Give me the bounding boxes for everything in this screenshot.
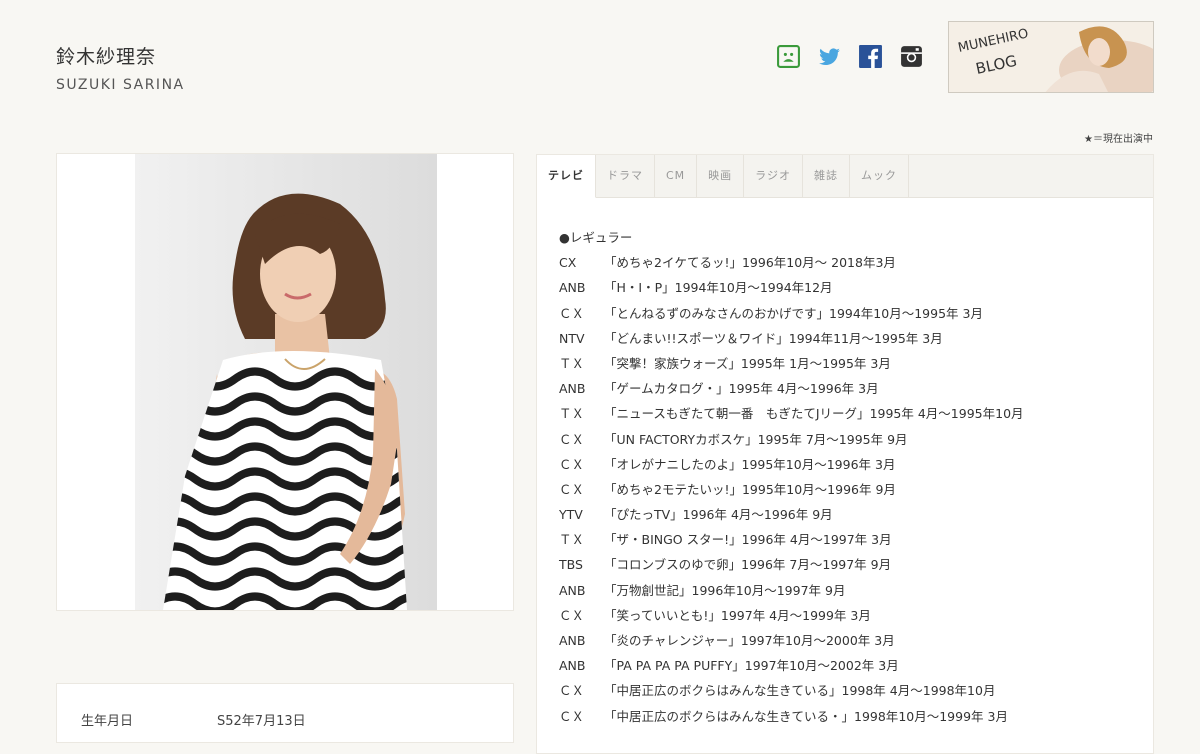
program-title: 「笑っていいとも!」1997年 4月～1999年 3月 xyxy=(604,607,871,623)
program-title: 「PA PA PA PA PUFFY」1997年10月～2002年 3月 xyxy=(604,658,899,674)
channel-label: ＣＸ xyxy=(559,683,585,699)
channel-label: ANB xyxy=(559,280,586,296)
tab-movie[interactable]: 映画 xyxy=(697,155,745,197)
artist-name: 鈴木紗理奈 xyxy=(56,46,157,68)
program-title: 「中居正広のボクらはみんな生きている・」1998年10月～1999年 3月 xyxy=(604,708,1008,724)
channel-label: ANB xyxy=(559,582,586,598)
list-item: ANB 「炎のチャレンジャー」1997年10月～2000年 3月 xyxy=(559,628,1024,653)
channel-label: ANB xyxy=(559,381,586,397)
program-title: 「どんまい!!スポーツ＆ワイド」1994年11月～1995年 3月 xyxy=(604,330,943,346)
channel-label: ＴＸ xyxy=(559,355,585,371)
list-item: ＴＸ 「ザ・BINGO スター!」1996年 4月～1997年 3月 xyxy=(559,527,1024,552)
program-title: 「ニュースもぎたて朝一番 もぎたてJリーグ」1995年 4月～1995年10月 xyxy=(604,406,1024,422)
channel-label: ＣＸ xyxy=(559,456,585,472)
now-appearing-legend: ★＝現在出演中 xyxy=(1084,134,1153,145)
list-item: ＣＸ 「UN FACTORYカボスケ」1995年 7月～1995年 9月 xyxy=(559,427,1024,452)
program-title: 「万物創世記」1996年10月～1997年 9月 xyxy=(604,582,846,598)
program-title: 「コロンブスのゆで卵」1996年 7月～1997年 9月 xyxy=(604,557,892,573)
ameblo-link[interactable] xyxy=(776,44,801,69)
program-title: 「ゲームカタログ・」1995年 4月～1996年 3月 xyxy=(604,381,879,397)
channel-label: ＣＸ xyxy=(559,305,585,321)
program-title: 「ザ・BINGO スター!」1996年 4月～1997年 3月 xyxy=(604,532,892,548)
program-title: 「UN FACTORYカボスケ」1995年 7月～1995年 9月 xyxy=(604,431,908,447)
channel-label: NTV xyxy=(559,330,585,346)
program-title: 「ぴたっTV」1996年 4月～1996年 9月 xyxy=(604,507,833,523)
list-item: ＣＸ 「とんねるずのみなさんのおかげです」1994年10月～1995年 3月 xyxy=(559,301,1024,326)
instagram-icon xyxy=(901,46,922,67)
channel-label: ＣＸ xyxy=(559,708,585,724)
channel-label: TBS xyxy=(559,557,583,573)
list-heading: ●レギュラー xyxy=(559,230,633,245)
list-item: CX 「めちゃ2イケてるッ!」1996年10月～ 2018年3月 xyxy=(559,250,1024,275)
tab-mook[interactable]: ムック xyxy=(850,155,909,197)
list-item: ＣＸ 「オレがナニしたのよ」1995年10月～1996年 3月 xyxy=(559,452,1024,477)
facebook-link[interactable] xyxy=(858,44,883,69)
twitter-icon xyxy=(819,48,840,66)
tab-drama[interactable]: ドラマ xyxy=(596,155,655,197)
list-item: ＣＸ 「めちゃ2モテたいッ!」1995年10月～1996年 9月 xyxy=(559,477,1024,502)
birth-date-label: 生年月日 xyxy=(81,714,134,729)
channel-label: ＣＸ xyxy=(559,431,585,447)
program-title: 「めちゃ2モテたいッ!」1995年10月～1996年 9月 xyxy=(604,481,896,497)
tab-radio[interactable]: ラジオ xyxy=(744,155,803,197)
tv-appearance-list: ●レギュラー CX 「めちゃ2イケてるッ!」1996年10月～ 2018年3月 A… xyxy=(559,225,1024,729)
program-title: 「オレがナニしたのよ」1995年10月～1996年 3月 xyxy=(604,456,896,472)
social-links xyxy=(776,44,924,69)
ameblo-icon xyxy=(777,45,800,68)
channel-label: ANB xyxy=(559,633,586,648)
blog-banner-image: MUNEHIRO BLOG xyxy=(949,22,1153,92)
program-title: 「とんねるずのみなさんのおかげです」1994年10月～1995年 3月 xyxy=(604,305,983,321)
list-item: ＣＸ 「笑っていいとも!」1997年 4月～1999年 3月 xyxy=(559,603,1024,628)
program-title: 「H・I・P」1994年10月～1994年12月 xyxy=(604,280,833,296)
profile-photo xyxy=(135,154,437,610)
program-title: 「めちゃ2イケてるッ!」1996年10月～ 2018年3月 xyxy=(604,255,896,271)
media-tabs: テレビ ドラマ CM 映画 ラジオ 雑誌 ムック xyxy=(537,155,1153,198)
artist-romaji-name: SUZUKI SARINA xyxy=(56,77,185,93)
channel-label: ANB xyxy=(559,658,586,674)
profile-photo-card xyxy=(56,153,514,611)
profile-info-card: 生年月日 S52年7月13日 xyxy=(56,683,514,743)
list-item: ANB 「H・I・P」1994年10月～1994年12月 xyxy=(559,275,1024,300)
channel-label: YTV xyxy=(559,507,583,523)
tab-magazine[interactable]: 雑誌 xyxy=(803,155,850,197)
channel-label: ＣＸ xyxy=(559,481,585,497)
channel-label: ＣＸ xyxy=(559,607,585,623)
channel-label: CX xyxy=(559,255,577,271)
appearances-panel: テレビ ドラマ CM 映画 ラジオ 雑誌 ムック ●レギュラー CX 「めちゃ2イ… xyxy=(536,154,1154,754)
list-item: YTV 「ぴたっTV」1996年 4月～1996年 9月 xyxy=(559,502,1024,527)
list-item: ＴＸ 「突撃！家族ウォーズ」1995年 1月～1995年 3月 xyxy=(559,351,1024,376)
list-item: ANB 「PA PA PA PA PUFFY」1997年10月～2002年 3月 xyxy=(559,653,1024,678)
program-title: 「中居正広のボクらはみんな生きている」1998年 4月～1998年10月 xyxy=(604,683,996,699)
list-item: TBS 「コロンブスのゆで卵」1996年 7月～1997年 9月 xyxy=(559,552,1024,577)
channel-label: ＴＸ xyxy=(559,406,585,422)
channel-label: ＴＸ xyxy=(559,532,585,548)
birth-date-row: 生年月日 S52年7月13日 xyxy=(81,710,306,729)
tab-tv[interactable]: テレビ xyxy=(537,155,596,198)
list-item: ＴＸ 「ニュースもぎたて朝一番 もぎたてJリーグ」1995年 4月～1995年10… xyxy=(559,401,1024,426)
list-item: ＣＸ 「中居正広のボクらはみんな生きている」1998年 4月～1998年10月 xyxy=(559,678,1024,703)
list-item: ANB 「ゲームカタログ・」1995年 4月～1996年 3月 xyxy=(559,376,1024,401)
facebook-icon xyxy=(859,45,882,68)
instagram-link[interactable] xyxy=(899,44,924,69)
list-item: NTV 「どんまい!!スポーツ＆ワイド」1994年11月～1995年 3月 xyxy=(559,326,1024,351)
program-title: 「炎のチャレンジャー」1997年10月～2000年 3月 xyxy=(604,633,895,648)
blog-banner[interactable]: MUNEHIRO BLOG xyxy=(948,21,1154,93)
birth-date-value: S52年7月13日 xyxy=(217,714,306,729)
list-item: ＣＸ 「中居正広のボクらはみんな生きている・」1998年10月～1999年 3月 xyxy=(559,704,1024,729)
twitter-link[interactable] xyxy=(817,44,842,69)
program-title: 「突撃！家族ウォーズ」1995年 1月～1995年 3月 xyxy=(604,355,891,371)
tab-cm[interactable]: CM xyxy=(655,155,698,197)
list-item: ANB 「万物創世記」1996年10月～1997年 9月 xyxy=(559,578,1024,603)
